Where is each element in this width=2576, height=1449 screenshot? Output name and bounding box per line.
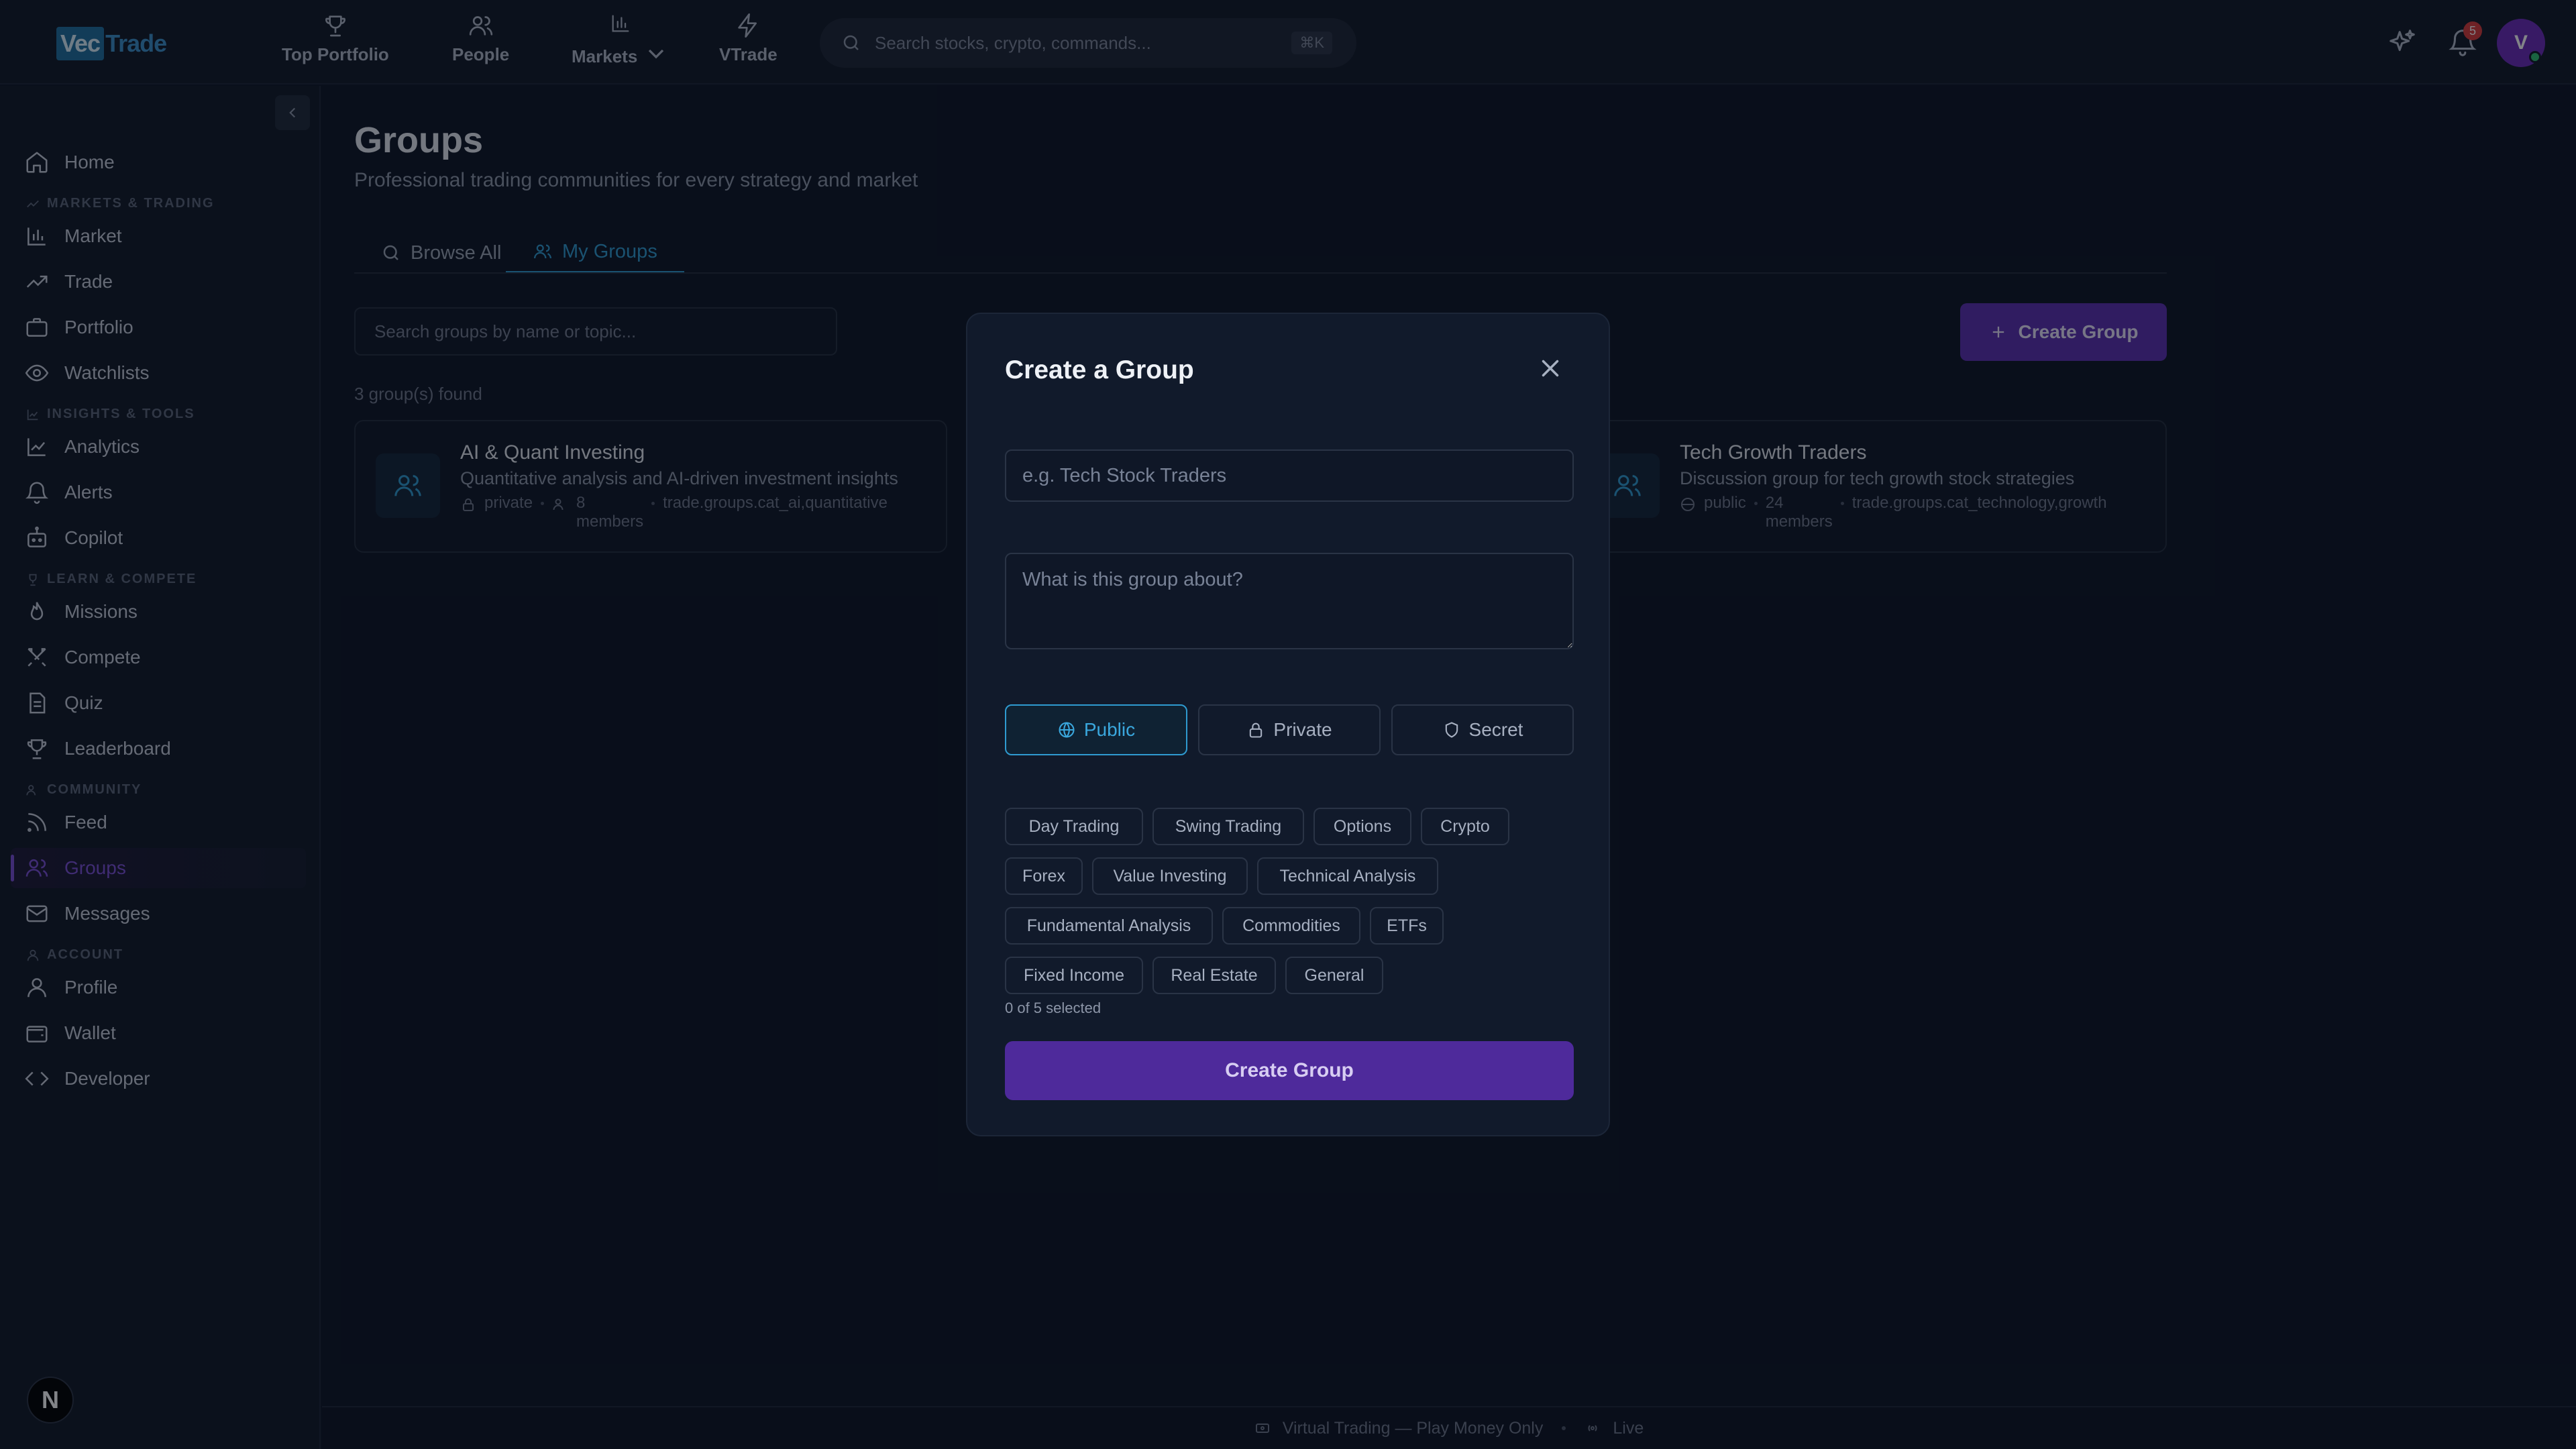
lock-icon [1250,722,1263,738]
tag-technical-analysis[interactable]: Technical Analysis [1257,857,1438,895]
group-name-field[interactable] [1005,449,1574,502]
modal-create-group-button[interactable]: Create Group [1005,1041,1574,1100]
tag-fixed-income[interactable]: Fixed Income [1005,957,1143,994]
visibility-label: Private [1273,719,1332,740]
visibility-private-button[interactable]: Private [1198,704,1381,755]
globe-icon [1059,722,1075,738]
tag-etfs[interactable]: ETFs [1370,907,1444,945]
close-icon[interactable] [1536,354,1564,382]
shield-icon [1445,722,1458,738]
tag-day-trading[interactable]: Day Trading [1005,808,1143,845]
group-description-field[interactable] [1005,553,1574,649]
tag-forex[interactable]: Forex [1005,857,1083,895]
visibility-label: Public [1083,719,1136,740]
tag-value-investing[interactable]: Value Investing [1092,857,1248,895]
tag-commodities[interactable]: Commodities [1222,907,1360,945]
tag-fundamental-analysis[interactable]: Fundamental Analysis [1005,907,1213,945]
tag-selection-count: 0 of 5 selected [1005,1000,1102,1016]
create-group-modal: Create a Group Public Private Secret Day… [966,313,1610,1136]
visibility-secret-button[interactable]: Secret [1391,704,1574,755]
modal-title: Create a Group [1005,356,1194,384]
tag-general[interactable]: General [1285,957,1383,994]
visibility-label: Secret [1468,719,1523,740]
tag-swing-trading[interactable]: Swing Trading [1152,808,1304,845]
tag-real-estate[interactable]: Real Estate [1152,957,1276,994]
tag-options[interactable]: Options [1313,808,1411,845]
visibility-public-button[interactable]: Public [1005,704,1187,755]
tag-crypto[interactable]: Crypto [1421,808,1509,845]
